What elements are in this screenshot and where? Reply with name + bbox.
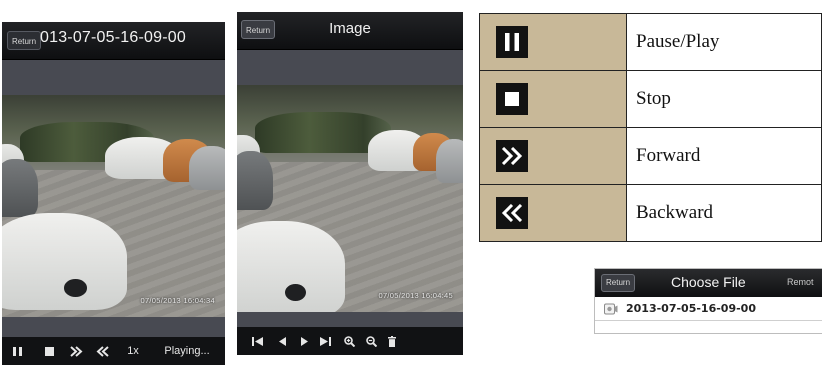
- moving-car: [237, 221, 346, 312]
- control-legend-table: Pause/Play Stop Forward Backward: [479, 13, 822, 242]
- image-screen: Return Image 07/05/2013 16:04:45: [237, 12, 463, 355]
- legend-label: Forward: [626, 127, 822, 185]
- backward-button[interactable]: [94, 337, 110, 365]
- playback-title: 013-07-05-16-09-00: [40, 29, 186, 46]
- parked-car: [189, 146, 225, 191]
- delete-button[interactable]: [385, 327, 399, 355]
- image-title-bar: Return Image: [237, 12, 463, 50]
- zoom-out-button[interactable]: [363, 327, 379, 355]
- first-image-button[interactable]: [249, 327, 265, 355]
- video-frame[interactable]: 07/05/2013 16:04:34: [2, 95, 225, 317]
- return-button[interactable]: Return: [601, 274, 636, 292]
- legend-row: Pause/Play: [479, 13, 822, 71]
- legend-row: Forward: [479, 127, 822, 185]
- previous-image-icon: [278, 336, 286, 346]
- forward-icon: [69, 345, 82, 357]
- legend-label: Backward: [626, 184, 822, 242]
- choose-file-title: Choose File: [671, 274, 746, 290]
- video-timestamp: 07/05/2013 16:04:34: [140, 296, 215, 305]
- backward-icon: [496, 197, 528, 229]
- legend-row: Stop: [479, 70, 822, 128]
- legend-label: Pause/Play: [626, 13, 822, 71]
- stop-icon: [44, 346, 54, 356]
- pause-button[interactable]: [10, 337, 24, 365]
- pause-play-icon: [496, 26, 528, 58]
- moving-car: [2, 212, 127, 311]
- last-image-button[interactable]: [317, 327, 333, 355]
- return-button[interactable]: Return: [7, 31, 42, 50]
- next-image-button[interactable]: [297, 327, 311, 355]
- car-wheel: [285, 284, 307, 302]
- backward-icon: [96, 345, 109, 357]
- legend-icon-cell: [479, 13, 627, 71]
- zoom-out-icon: [365, 335, 377, 347]
- zoom-in-button[interactable]: [341, 327, 357, 355]
- legend-row: Backward: [479, 184, 822, 242]
- delete-icon: [388, 335, 396, 347]
- parked-car: [237, 150, 274, 210]
- image-title: Image: [329, 20, 371, 37]
- choose-file-screen: Return Choose File Remot 2013-07-05-16-0…: [594, 268, 822, 334]
- image-timestamp: 07/05/2013 16:04:45: [378, 291, 453, 300]
- pause-icon: [12, 346, 22, 356]
- next-image-icon: [300, 336, 308, 346]
- zoom-in-icon: [343, 335, 355, 347]
- playback-controls: 1x Playing...: [2, 337, 225, 365]
- previous-image-button[interactable]: [275, 327, 289, 355]
- stop-icon: [496, 83, 528, 115]
- car-wheel: [64, 279, 87, 297]
- speed-indicator[interactable]: 1x: [122, 337, 144, 365]
- file-list-item[interactable]: 2013-07-05-16-09-00: [595, 297, 822, 321]
- legend-icon-cell: [479, 70, 627, 128]
- stop-button[interactable]: [42, 337, 56, 365]
- last-image-icon: [319, 336, 331, 346]
- choose-file-title-bar: Return Choose File Remot: [595, 269, 822, 297]
- first-image-icon: [251, 336, 263, 346]
- playback-title-bar: Return 013-07-05-16-09-00: [2, 22, 225, 60]
- file-name: 2013-07-05-16-09-00: [626, 302, 756, 315]
- legend-icon-cell: [479, 184, 627, 242]
- video-file-icon: [604, 303, 618, 315]
- forward-icon: [496, 140, 528, 172]
- playback-status: Playing...: [164, 345, 210, 357]
- legend-label: Stop: [626, 70, 822, 128]
- forward-button[interactable]: [68, 337, 84, 365]
- playback-screen: Return 013-07-05-16-09-00 07/05/2013 16:…: [2, 22, 225, 365]
- parked-car: [435, 139, 463, 183]
- remote-button[interactable]: Remot: [787, 277, 814, 287]
- snapshot-image[interactable]: 07/05/2013 16:04:45: [237, 85, 463, 312]
- parked-car: [2, 159, 38, 218]
- image-toolbar: [237, 327, 463, 355]
- legend-icon-cell: [479, 127, 627, 185]
